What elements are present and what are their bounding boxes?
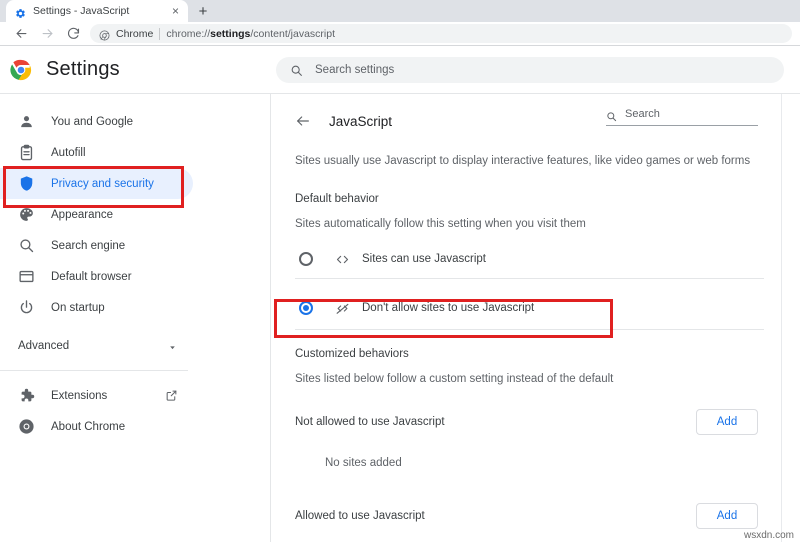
settings-sidebar: You and Google Autofill Privacy and secu… <box>0 94 270 542</box>
reload-button[interactable] <box>60 23 86 45</box>
default-behavior-description: Sites automatically follow this setting … <box>295 218 586 230</box>
chrome-logo-icon <box>10 59 32 81</box>
omnibox-url: chrome://settings/content/javascript <box>166 28 335 40</box>
chevron-down-icon <box>167 340 178 351</box>
browser-toolbar: Chrome chrome://settings/content/javascr… <box>0 22 800 46</box>
content-intro-text: Sites usually use Javascript to display … <box>295 155 751 167</box>
option-divider <box>295 278 764 279</box>
url-suffix: /content/javascript <box>250 27 336 40</box>
settings-header: Settings Search settings <box>0 46 800 93</box>
sidebar-item-on-startup[interactable]: On startup <box>0 292 270 323</box>
content-title-row: JavaScript Search <box>295 103 776 139</box>
customized-behaviors-description: Sites listed below follow a custom setti… <box>295 373 614 385</box>
sidebar-item-label: Search engine <box>51 239 126 252</box>
magnifier-icon <box>18 237 35 254</box>
sidebar-item-label: Privacy and security <box>51 177 154 190</box>
tab-strip: Settings - JavaScript × + <box>0 0 800 22</box>
omnibox-separator <box>159 27 161 40</box>
search-icon <box>606 109 617 121</box>
puzzle-icon <box>18 387 35 404</box>
add-button[interactable]: Add <box>696 409 758 435</box>
back-arrow-icon[interactable] <box>295 113 311 129</box>
power-icon <box>18 299 35 316</box>
clipboard-icon <box>18 144 35 161</box>
sidebar-item-privacy-and-security[interactable]: Privacy and security <box>0 168 193 199</box>
omnibox-scheme-label: Chrome <box>116 27 154 40</box>
sidebar-item-label: Default browser <box>51 270 132 283</box>
group-not-allowed-to-use-javascript: Not allowed to use Javascript Add <box>295 401 776 443</box>
radio-button[interactable] <box>299 301 313 315</box>
search-icon <box>290 64 303 77</box>
address-bar[interactable]: Chrome chrome://settings/content/javascr… <box>90 24 792 43</box>
group-label: Not allowed to use Javascript <box>295 416 445 428</box>
chrome-logo-icon <box>99 28 110 41</box>
url-prefix: chrome:// <box>166 27 211 40</box>
forward-button[interactable] <box>34 23 60 45</box>
settings-body: You and Google Autofill Privacy and secu… <box>0 94 800 542</box>
sidebar-item-advanced[interactable]: Advanced <box>0 330 270 361</box>
browser-chrome: Settings - JavaScript × + Chrome chrome:… <box>0 0 800 46</box>
sidebar-item-label: You and Google <box>51 115 134 128</box>
sidebar-item-search-engine[interactable]: Search engine <box>0 230 270 261</box>
shield-icon <box>18 175 35 192</box>
content-edge-rule <box>781 94 782 542</box>
sidebar-item-label: Autofill <box>51 146 86 159</box>
radio-option-label: Don't allow sites to use Javascript <box>362 302 535 314</box>
page-title: Settings <box>46 58 120 80</box>
sidebar-item-label: Appearance <box>51 208 114 221</box>
sidebar-item-you-and-google[interactable]: You and Google <box>0 106 270 137</box>
empty-state-text: No sites added <box>325 457 402 469</box>
tab-title: Settings - JavaScript <box>33 5 130 17</box>
palette-icon <box>18 206 35 223</box>
browser-tab[interactable]: Settings - JavaScript × <box>6 0 188 22</box>
sidebar-item-autofill[interactable]: Autofill <box>0 137 270 168</box>
radio-button[interactable] <box>299 252 313 266</box>
sidebar-item-label: About Chrome <box>51 420 126 433</box>
chrome-logo-icon <box>18 418 35 435</box>
default-behavior-heading: Default behavior <box>295 193 379 205</box>
search-settings-input[interactable]: Search settings <box>276 57 784 83</box>
radio-option-label: Sites can use Javascript <box>362 253 487 265</box>
sidebar-divider <box>0 370 188 371</box>
group-label: Allowed to use Javascript <box>295 510 425 522</box>
content-title: JavaScript <box>329 113 393 129</box>
customized-behaviors-heading: Customized behaviors <box>295 348 409 360</box>
settings-gear-icon <box>15 6 26 18</box>
sidebar-item-label: Extensions <box>51 389 108 402</box>
content-search-placeholder: Search <box>625 108 660 120</box>
sidebar-item-label: Advanced <box>18 339 70 352</box>
group-allowed-to-use-javascript: Allowed to use Javascript Add <box>295 495 776 537</box>
search-settings-placeholder: Search settings <box>315 64 395 76</box>
close-icon[interactable]: × <box>169 5 182 18</box>
code-icon <box>335 252 350 267</box>
radio-option-sites-can-use-javascript[interactable]: Sites can use Javascript <box>295 240 776 278</box>
sidebar-item-extensions[interactable]: Extensions <box>0 380 270 411</box>
content-search-input[interactable]: Search <box>606 108 758 126</box>
sidebar-item-default-browser[interactable]: Default browser <box>0 261 270 292</box>
code-slashed-icon <box>335 301 350 316</box>
new-tab-button[interactable]: + <box>190 0 216 22</box>
external-link-icon[interactable] <box>165 389 178 402</box>
watermark: wsxdn.com <box>743 530 794 541</box>
sidebar-item-about-chrome[interactable]: About Chrome <box>0 411 270 442</box>
radio-option-dont-allow-sites-to-use-javascript[interactable]: Don't allow sites to use Javascript <box>295 289 776 327</box>
section-divider <box>295 329 764 330</box>
back-button[interactable] <box>8 23 34 45</box>
person-icon <box>18 113 35 130</box>
browser-window-icon <box>18 268 35 285</box>
add-button[interactable]: Add <box>696 503 758 529</box>
settings-content: JavaScript Search Sites usually use Java… <box>270 94 800 542</box>
sidebar-item-appearance[interactable]: Appearance <box>0 199 270 230</box>
url-bold-segment: settings <box>210 27 251 40</box>
sidebar-item-label: On startup <box>51 301 105 314</box>
